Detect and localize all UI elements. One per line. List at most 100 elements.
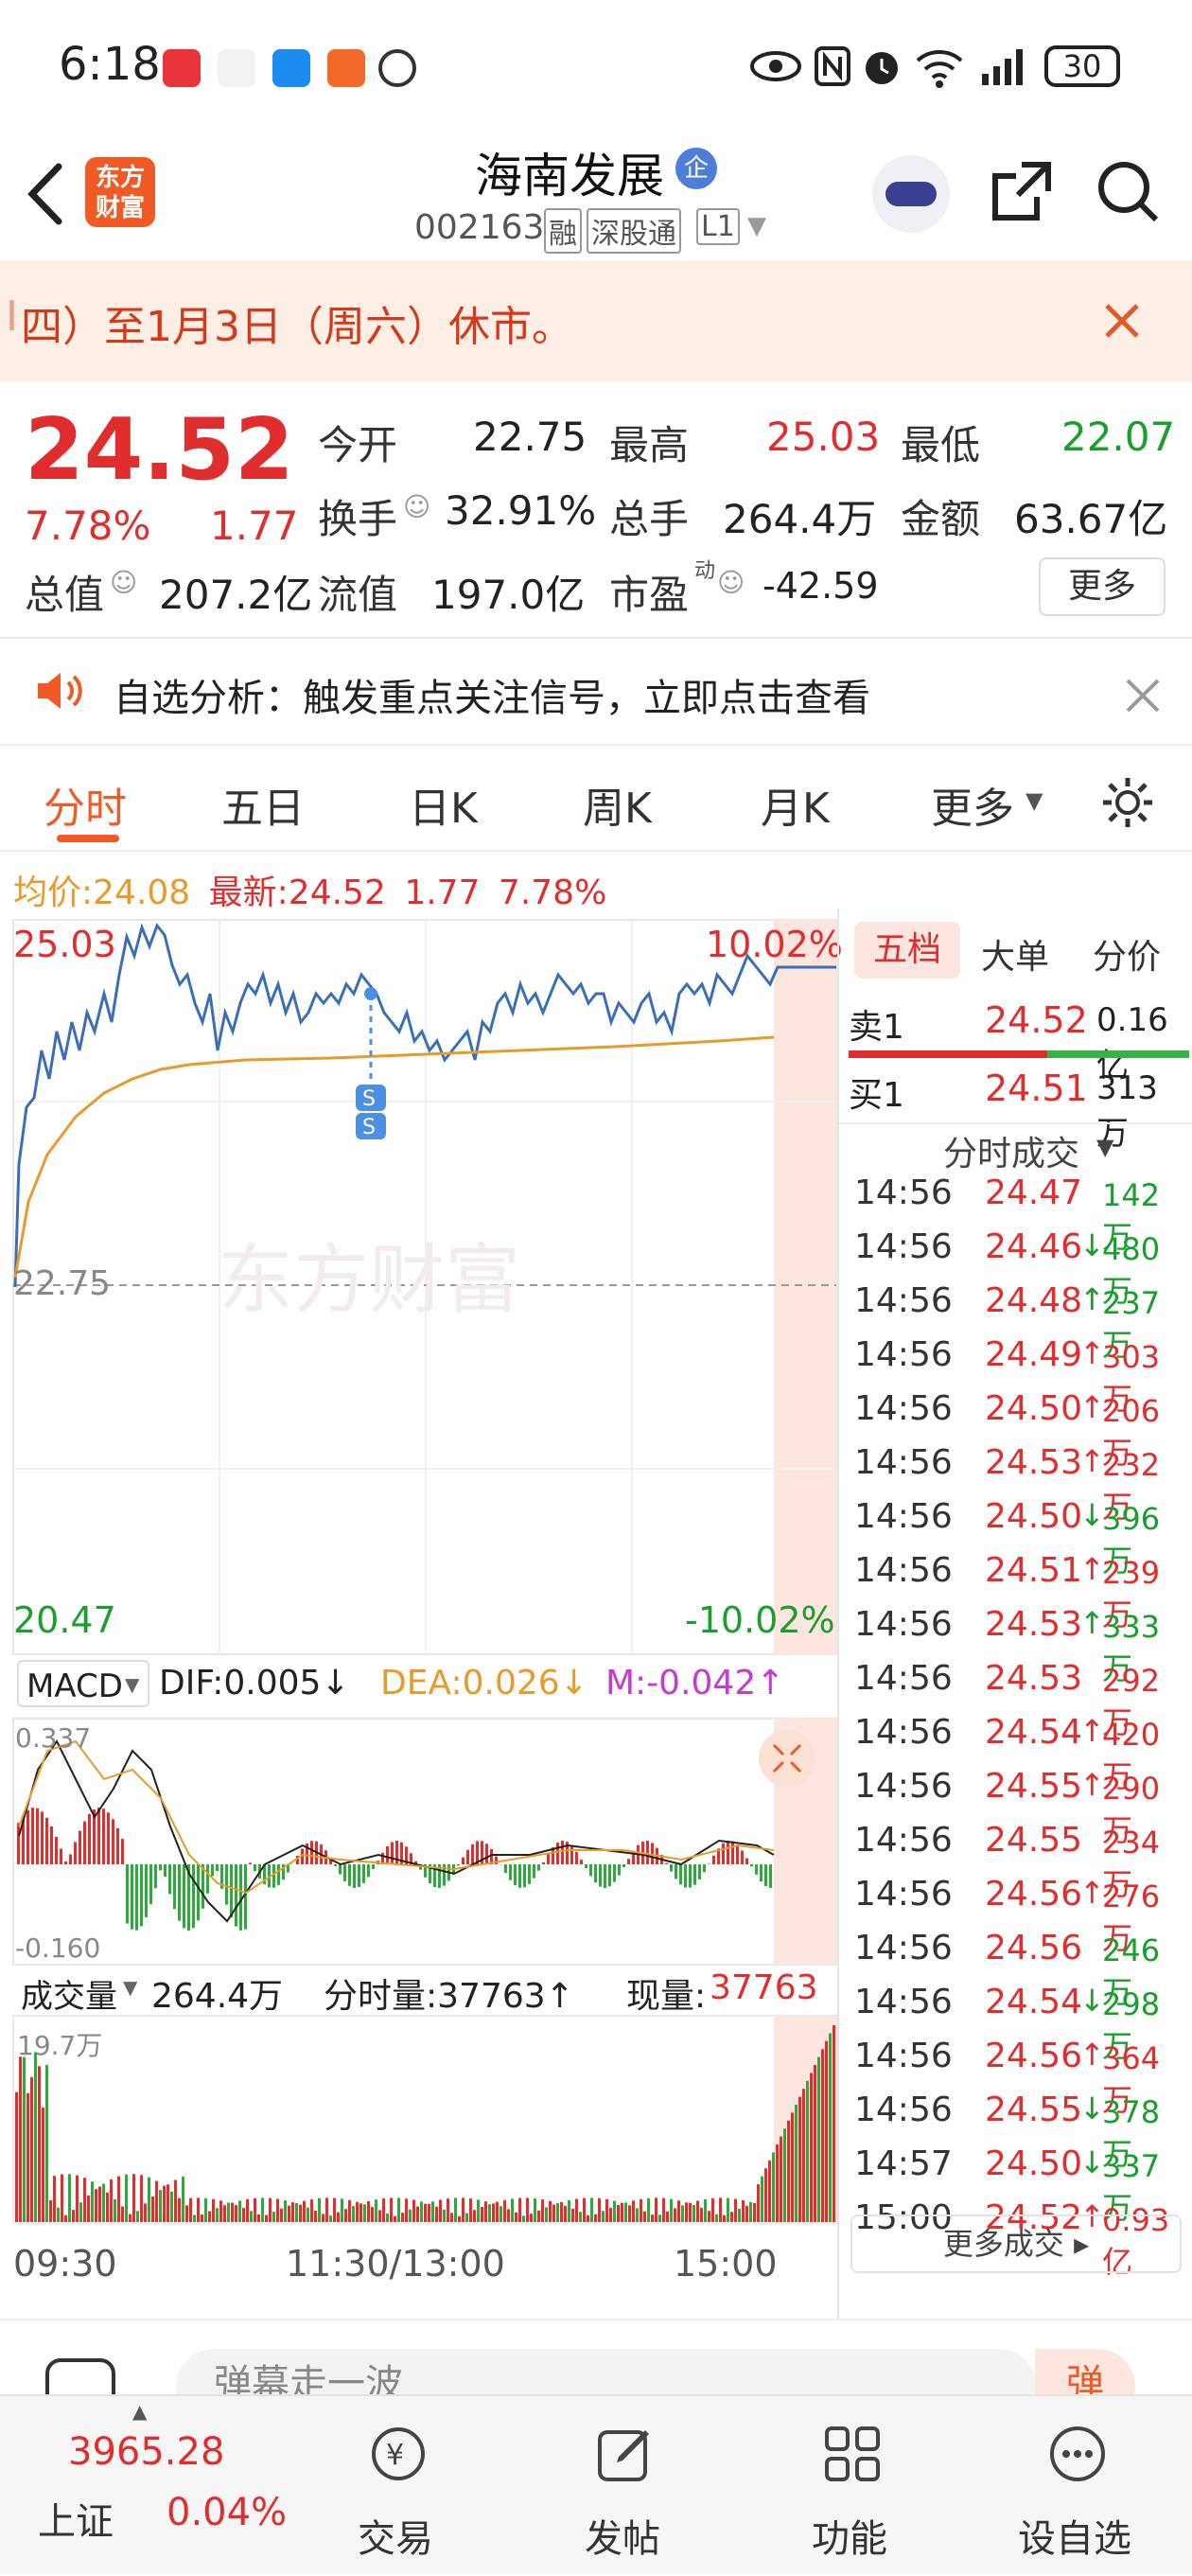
trade-price: 24.53 — [985, 1605, 1082, 1644]
volume-bar — [269, 2198, 272, 2222]
index-ticker[interactable]: ▲ 3965.28 上证 0.04% — [0, 2396, 303, 2576]
volume-bar — [556, 2203, 559, 2222]
assistant-avatar[interactable] — [872, 155, 950, 233]
macd-bar — [689, 1864, 692, 1888]
tab-price-dist[interactable]: 分价 — [1093, 929, 1161, 979]
bottom-bar: ▲ 3965.28 上证 0.04% ¥ 交易 发帖 功能 设自选 — [0, 2394, 1192, 2574]
macd-bar — [140, 1864, 143, 1926]
trade-row: 14:5624.51↑239万 — [849, 1551, 1189, 1605]
close-icon[interactable] — [1101, 300, 1143, 342]
watchlist-alert[interactable]: 自选分析：触发重点关注信号，立即点击查看 — [0, 637, 1192, 746]
trade-arrow: ↓ — [1079, 2144, 1105, 2180]
macd-bar — [154, 1864, 157, 1888]
macd-bar — [504, 1864, 507, 1873]
macd-bar — [216, 1864, 219, 1871]
trade-row: 14:5624.56↑364万 — [849, 2037, 1189, 2091]
gear-icon[interactable] — [1099, 774, 1156, 831]
volume-bar — [776, 2144, 779, 2222]
macd-bar — [471, 1844, 474, 1864]
comment-input[interactable]: 弹幕走一波 — [176, 2349, 1037, 2394]
close-icon[interactable] — [1124, 677, 1162, 715]
enterprise-badge: 企 — [675, 148, 717, 189]
open-label: 今开 — [318, 414, 397, 471]
trade-time: 14:57 — [854, 2144, 953, 2183]
tab-five-day[interactable]: 五日 — [221, 774, 305, 835]
chevron-down-icon[interactable]: ▼ — [747, 212, 766, 240]
more-button[interactable]: 更多 — [1039, 557, 1166, 616]
volume-bar — [560, 2202, 563, 2222]
volume-bar — [394, 2216, 396, 2222]
volume-bar — [140, 2175, 143, 2222]
trade-price: 24.56 — [985, 1929, 1082, 1967]
tab-monthly-k[interactable]: 月K — [761, 774, 830, 835]
info-icon[interactable]: ☺ — [403, 491, 430, 522]
alarm-icon — [861, 45, 903, 87]
holiday-notice[interactable]: I 四）至1月3日（周六）休市。 — [0, 260, 1192, 381]
trade-arrow: ↑ — [1079, 1389, 1105, 1425]
volume-bar — [810, 2073, 813, 2222]
change-pct: 7.78% — [25, 503, 150, 549]
volume-selector[interactable]: 成交量 ▼ — [17, 1965, 149, 2012]
trade-arrow: ↓ — [1079, 1497, 1105, 1533]
search-icon[interactable] — [1094, 157, 1162, 225]
comment-icon[interactable] — [45, 2358, 115, 2394]
macd-bar — [244, 1864, 247, 1930]
trade-time: 14:56 — [854, 1983, 953, 2021]
volume-bar — [390, 2197, 393, 2222]
more-trades-button[interactable]: 更多成交 ▸ — [850, 2214, 1182, 2273]
tab-daily-k[interactable]: 日K — [409, 774, 478, 835]
volume-bar — [579, 2212, 582, 2222]
macd-bar — [537, 1864, 540, 1871]
tab-big-orders[interactable]: 大单 — [981, 929, 1049, 979]
volume-bar — [30, 2077, 33, 2222]
volume-bar — [26, 2093, 29, 2222]
info-icon[interactable]: ☺ — [110, 567, 137, 598]
macd-bar — [131, 1864, 133, 1930]
trade-arrow: ↑ — [1079, 1767, 1105, 1803]
macd-axis-top: 0.337 — [15, 1722, 91, 1754]
nav-add-watchlist[interactable]: 设自选 — [980, 2396, 1169, 2576]
back-icon[interactable] — [21, 161, 68, 227]
tab-level5[interactable]: 五档 — [854, 922, 960, 979]
trade-arrow: ↓ — [1079, 1227, 1105, 1263]
volume-bar — [45, 2065, 48, 2222]
macd-bar — [74, 1842, 77, 1864]
volume-bar — [295, 2203, 298, 2222]
intraday-chart[interactable]: 均价:24.08 最新:24.52 1.77 7.78% 东方财富 S S — [0, 852, 837, 2319]
volume-bar — [477, 2199, 480, 2222]
share-icon[interactable] — [988, 159, 1054, 225]
volume-bar — [587, 2215, 589, 2222]
nav-trade[interactable]: ¥ 交易 — [301, 2396, 490, 2576]
macd-bar — [575, 1852, 578, 1864]
nav-functions[interactable]: 功能 — [755, 2396, 944, 2576]
volume-bar — [435, 2207, 438, 2222]
turnover-value: 32.91% — [445, 487, 596, 534]
macd-bar — [703, 1864, 706, 1872]
grid-icon — [821, 2423, 884, 2485]
danmaku-button[interactable]: 弹 — [1035, 2349, 1135, 2394]
trades-title[interactable]: 分时成交 — [943, 1126, 1079, 1175]
tag-sgt: 深股通 — [587, 208, 681, 254]
macd-selector[interactable]: MACD ▼ — [17, 1660, 149, 1707]
macd-bar — [159, 1864, 162, 1870]
trade-arrow: ↑ — [1079, 1335, 1105, 1371]
tab-intraday[interactable]: 分时 — [44, 774, 127, 835]
trade-row: 14:5624.47142万 — [849, 1173, 1189, 1227]
eastmoney-logo[interactable]: 东方 财富 — [85, 157, 155, 227]
tab-more[interactable]: 更多 — [931, 774, 1014, 835]
trade-price: 24.50 — [985, 1497, 1082, 1536]
volume-bar — [42, 2108, 44, 2222]
macd-bar — [622, 1864, 625, 1867]
info-icon[interactable]: ☺ — [717, 567, 745, 598]
macd-bar — [107, 1812, 110, 1864]
volume-bar — [79, 2202, 82, 2222]
volume-bar — [132, 2174, 135, 2222]
tag-level[interactable]: L1 — [696, 208, 740, 245]
volume-bar — [61, 2175, 63, 2222]
volume-bar — [272, 2212, 275, 2222]
volume-bar — [507, 2209, 510, 2222]
nav-post[interactable]: 发帖 — [528, 2396, 717, 2576]
pe-label: 市盈 — [609, 563, 689, 621]
tab-weekly-k[interactable]: 周K — [583, 774, 652, 835]
volume-bar — [825, 2041, 828, 2222]
